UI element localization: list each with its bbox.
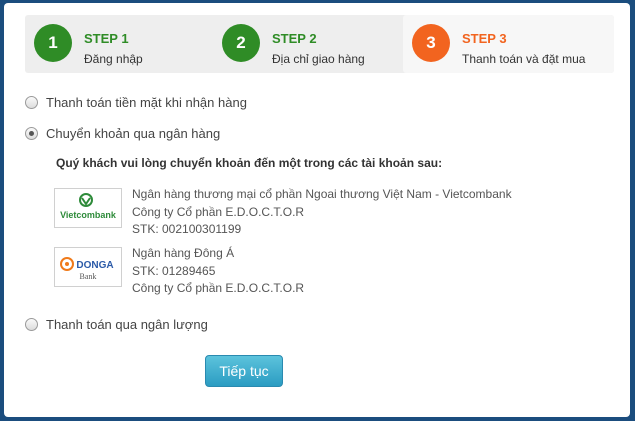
- payment-option-bank[interactable]: Chuyển khoản qua ngân hàng: [25, 126, 220, 141]
- payment-option-cash-label: Thanh toán tiền mặt khi nhận hàng: [46, 95, 247, 110]
- bank-transfer-note: Quý khách vui lòng chuyển khoản đến một …: [56, 156, 443, 170]
- step-2-desc: Địa chỉ giao hàng: [272, 52, 365, 66]
- vietcombank-logo-icon: Vietcombank: [60, 193, 117, 220]
- checkout-panel: 1 STEP 1 Đăng nhập 2 STEP 2 Địa chỉ giao…: [4, 3, 630, 417]
- step-2-circle: 2: [222, 24, 260, 62]
- continue-button[interactable]: Tiếp tục: [205, 355, 283, 387]
- step-1-circle: 1: [34, 24, 72, 62]
- radio-cash[interactable]: [25, 96, 38, 110]
- step-1-title: STEP 1: [84, 31, 129, 46]
- step-1: 1 STEP 1 Đăng nhập: [25, 15, 205, 73]
- donga-company: Công ty Cổ phần E.D.O.C.T.O.R: [132, 281, 305, 295]
- donga-info: Ngân hàng Đông Á STK: 01289465 Công ty C…: [132, 245, 304, 298]
- donga-logo: DONGA Bank: [54, 247, 122, 287]
- step-3-circle: 3: [412, 24, 450, 62]
- payment-option-nganluong-label: Thanh toán qua ngân lượng: [46, 317, 208, 332]
- step-1-desc: Đăng nhập: [84, 52, 143, 66]
- vietcombank-logo-text: Vietcombank: [60, 210, 117, 220]
- donga-logo-text: DONGA: [76, 260, 113, 271]
- step-progress-bar: 1 STEP 1 Đăng nhập 2 STEP 2 Địa chỉ giao…: [25, 15, 614, 73]
- vietcombank-logo: Vietcombank: [54, 188, 122, 228]
- vietcombank-account: STK: 002100301199: [132, 222, 242, 236]
- donga-logo-subtext: Bank: [80, 272, 97, 281]
- step-3-title: STEP 3: [462, 31, 507, 46]
- radio-bank[interactable]: [25, 127, 38, 141]
- vietcombank-info: Ngân hàng thương mại cổ phần Ngoai thươn…: [132, 186, 512, 239]
- donga-name: Ngân hàng Đông Á: [132, 246, 235, 260]
- radio-nganluong[interactable]: [25, 318, 38, 332]
- payment-option-bank-label: Chuyển khoản qua ngân hàng: [46, 126, 221, 141]
- payment-option-cash[interactable]: Thanh toán tiền mặt khi nhận hàng: [25, 95, 247, 110]
- vietcombank-name: Ngân hàng thương mại cổ phần Ngoai thươn…: [132, 187, 512, 201]
- step-3: 3 STEP 3 Thanh toán và đặt mua: [403, 15, 614, 73]
- step-2: 2 STEP 2 Địa chỉ giao hàng: [213, 15, 393, 73]
- donga-account: STK: 01289465: [132, 263, 216, 278]
- step-2-title: STEP 2: [272, 31, 317, 46]
- vietcombank-company: Công ty Cổ phần E.D.O.C.T.O.R: [132, 204, 305, 219]
- donga-logo-icon: DONGA Bank: [60, 257, 114, 281]
- payment-option-nganluong[interactable]: Thanh toán qua ngân lượng: [25, 317, 208, 332]
- step-3-desc: Thanh toán và đặt mua: [462, 52, 586, 66]
